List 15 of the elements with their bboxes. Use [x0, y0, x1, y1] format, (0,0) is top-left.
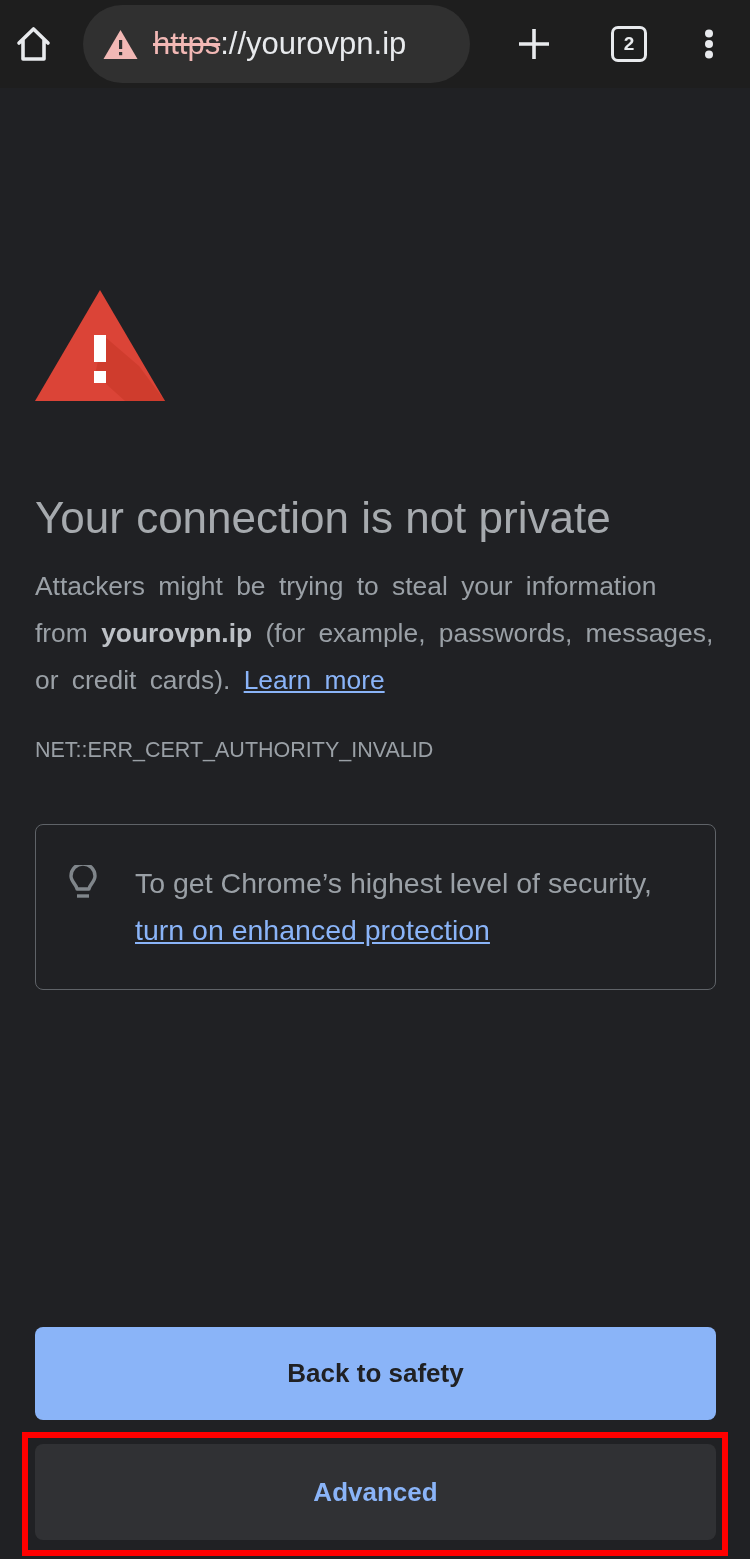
advanced-button[interactable]: Advanced — [35, 1444, 716, 1540]
lightbulb-icon — [68, 865, 98, 901]
warning-message: Attackers might be trying to steal your information from yourovpn.ip (for example, passwords, messages, or credit cards). Learn more — [35, 570, 715, 697]
enhanced-protection-link[interactable]: turn on enhanced protection — [135, 914, 490, 946]
warning-triangle-icon — [35, 290, 165, 401]
menu-icon[interactable] — [704, 29, 714, 59]
learn-more-link[interactable]: Learn more — [243, 665, 385, 695]
error-code: NET::ERR_CERT_AUTHORITY_INVALID — [35, 737, 434, 764]
address-bar[interactable]: https://yourovpn.ip — [83, 5, 470, 83]
back-to-safety-button[interactable]: Back to safety — [35, 1327, 716, 1420]
tab-switcher-button[interactable]: 2 — [611, 26, 647, 62]
page-title: Your connection is not private — [35, 493, 611, 543]
home-icon[interactable] — [15, 26, 52, 62]
tip-text: To get Chrome’s highest level of security, turn on enhanced protection — [135, 866, 653, 948]
plus-icon[interactable] — [518, 28, 550, 60]
